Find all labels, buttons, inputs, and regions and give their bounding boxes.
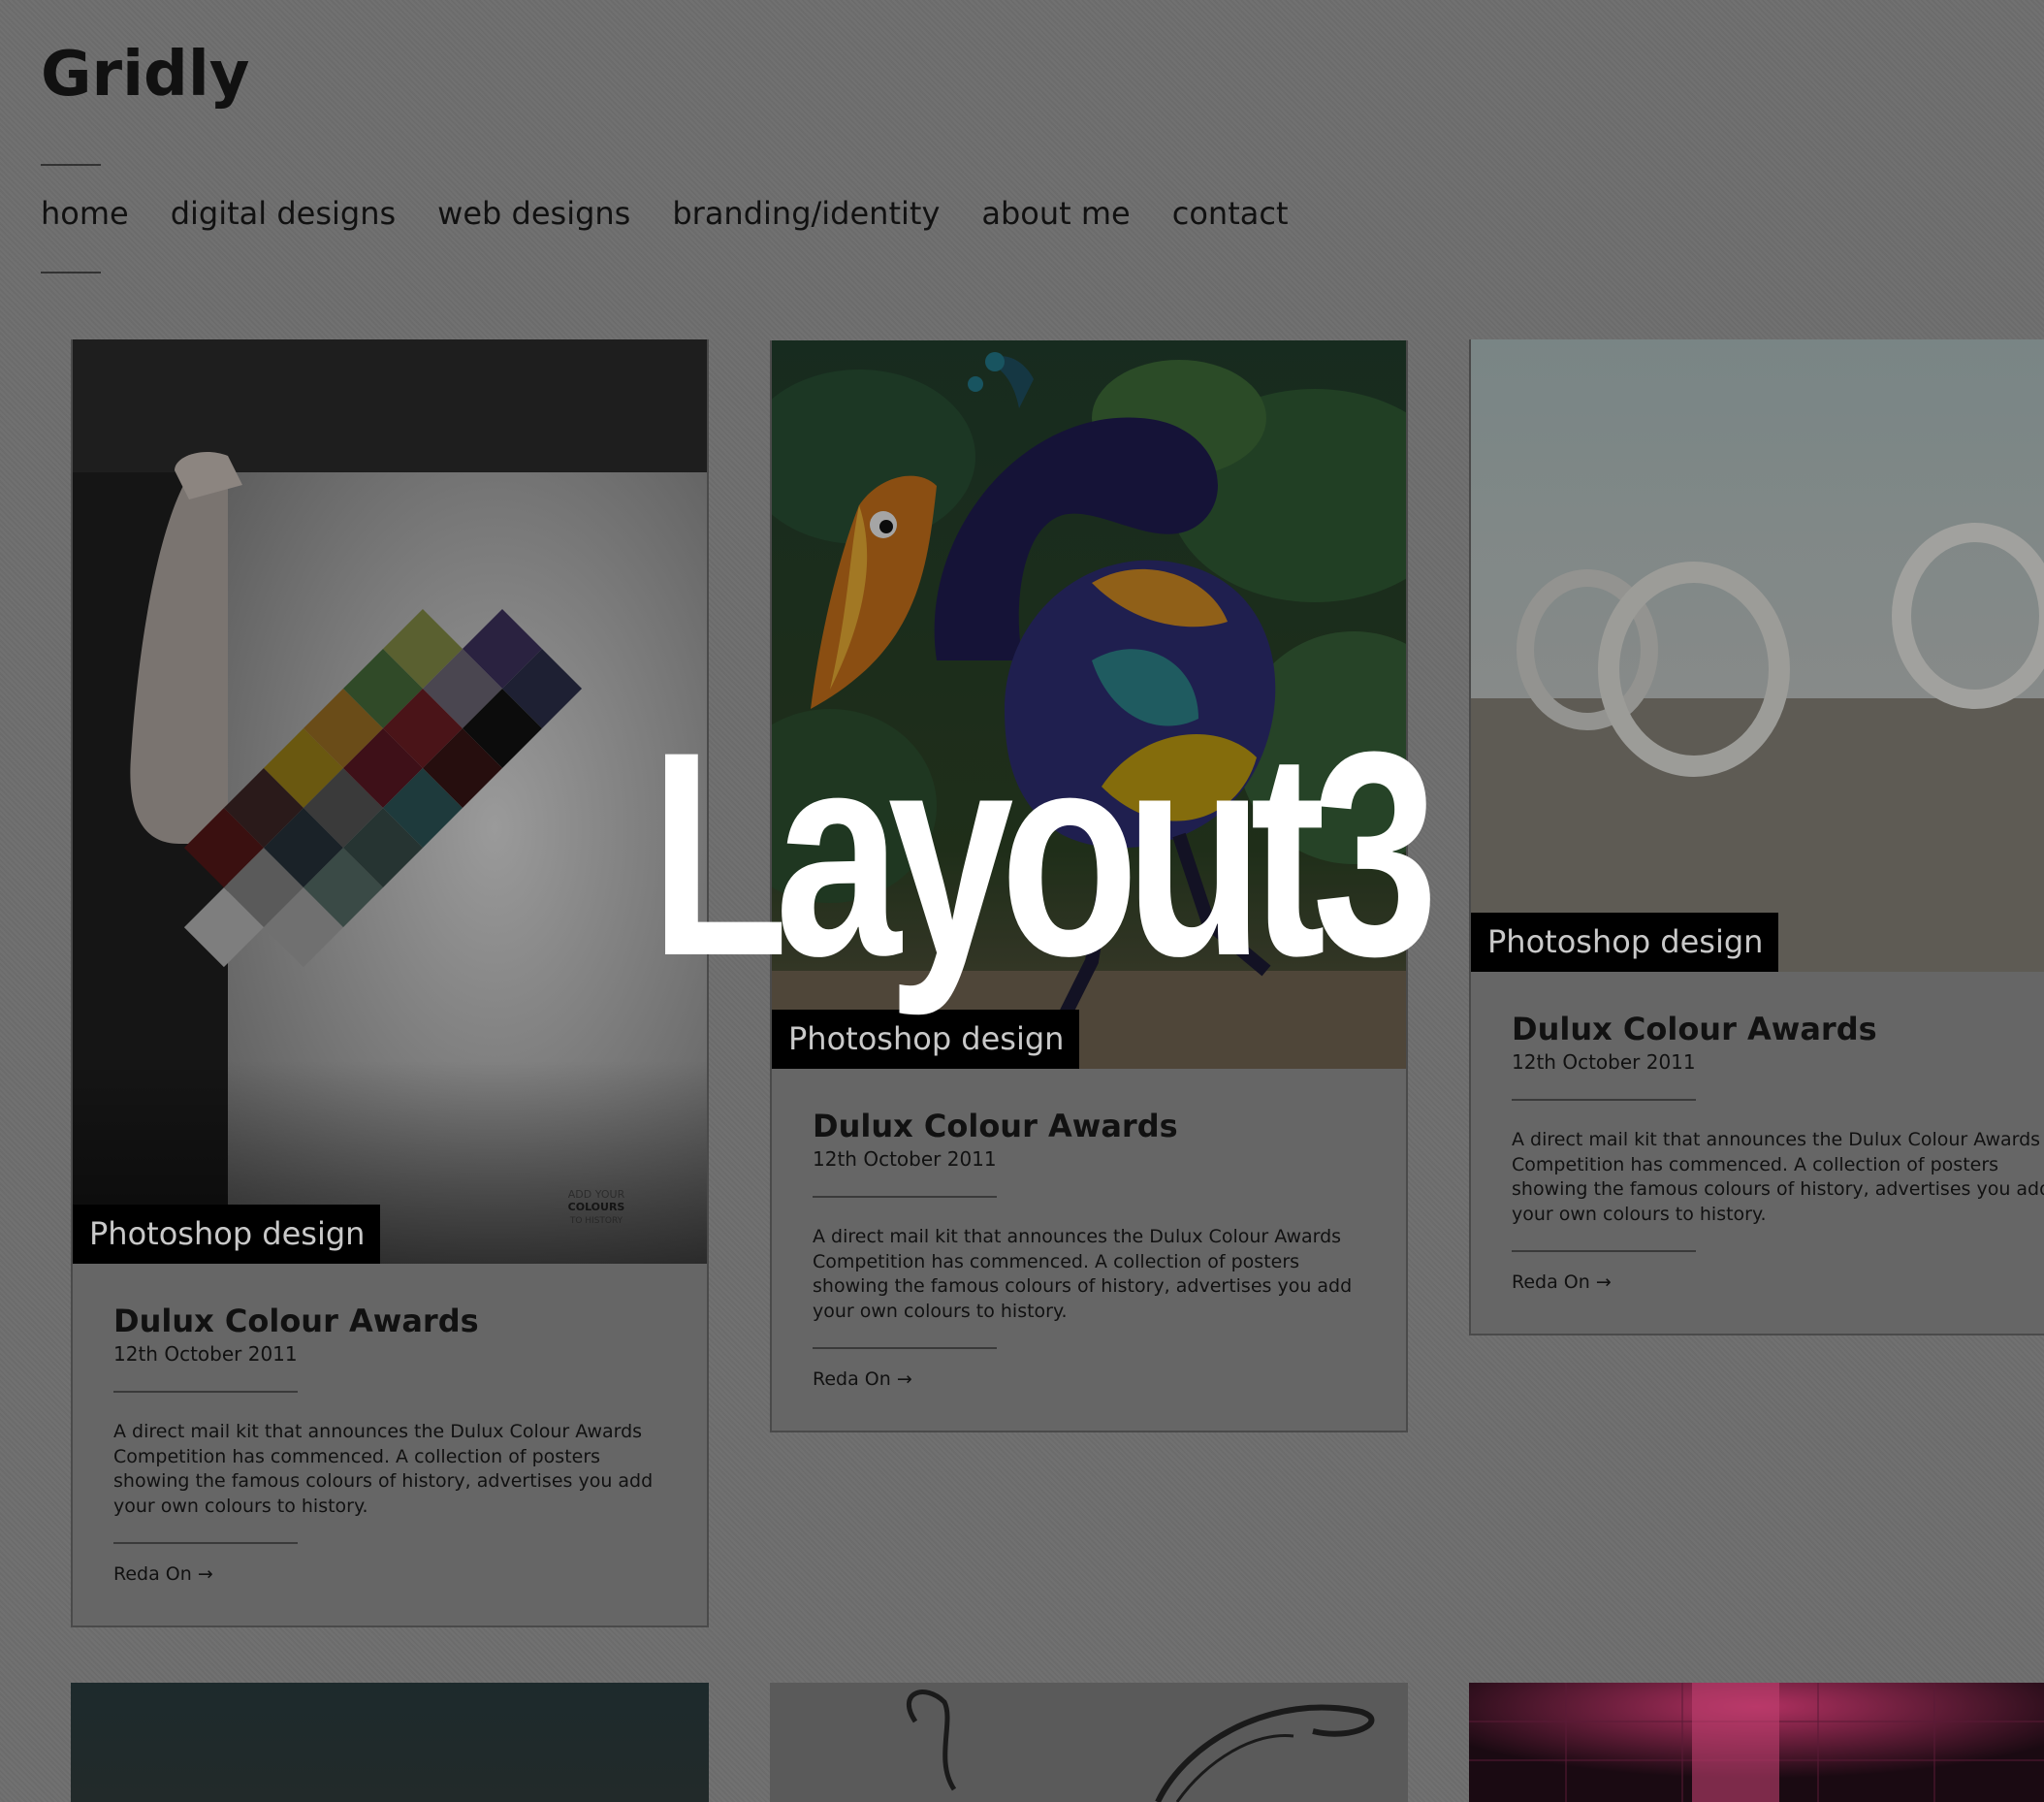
divider — [813, 1347, 997, 1349]
post-title[interactable]: Dulux Colour Awards — [813, 1108, 1365, 1144]
post-card: Photoshop design Dulux Colour Awards 12t… — [770, 340, 1408, 1432]
post-date: 12th October 2011 — [813, 1147, 997, 1171]
calligraphy-image — [907, 1689, 1375, 1802]
post-excerpt: A direct mail kit that announces the Dul… — [813, 1226, 1353, 1322]
post-thumbnail[interactable]: Photoshop design — [772, 340, 1406, 1069]
rings-image — [1471, 339, 2044, 972]
poster-image: ADD YOUR COLOURS TO HISTORY — [73, 339, 707, 1264]
site-logo[interactable]: Gridly — [41, 39, 250, 111]
post-excerpt: A direct mail kit that announces the Dul… — [113, 1421, 654, 1517]
bird-image — [772, 340, 1406, 1069]
post-body: Dulux Colour Awards 12th October 2011 A … — [73, 1264, 707, 1625]
divider — [1512, 1250, 1696, 1252]
post-thumbnail[interactable] — [1469, 1683, 2044, 1802]
post-card: ADD YOUR COLOURS TO HISTORY Photoshop de… — [71, 339, 709, 1627]
post-date: 12th October 2011 — [1512, 1050, 1696, 1074]
divider — [113, 1542, 298, 1544]
divider — [1512, 1099, 1696, 1101]
header-rule-top — [41, 164, 101, 166]
post-excerpt: A direct mail kit that announces the Dul… — [1512, 1129, 2044, 1225]
post-title[interactable]: Dulux Colour Awards — [1512, 1011, 2044, 1047]
post-thumbnail[interactable] — [71, 1683, 709, 1802]
nav-contact[interactable]: contact — [1172, 195, 1289, 232]
read-more-link[interactable]: Reda On → — [813, 1368, 912, 1390]
post-thumbnail[interactable]: Photoshop design — [1471, 339, 2044, 972]
header-rule-bottom — [41, 272, 101, 274]
read-more-link[interactable]: Reda On → — [1512, 1271, 1612, 1293]
post-body: Dulux Colour Awards 12th October 2011 A … — [1471, 972, 2044, 1334]
post-thumbnail[interactable] — [770, 1683, 1408, 1802]
nav-about-me[interactable]: about me — [981, 195, 1130, 232]
post-date: 12th October 2011 — [113, 1342, 298, 1366]
nav-home[interactable]: home — [41, 195, 129, 232]
post-title[interactable]: Dulux Colour Awards — [113, 1303, 666, 1339]
divider — [113, 1391, 298, 1393]
neon-image — [1469, 1683, 2044, 1802]
post-card: Photoshop design Dulux Colour Awards 12t… — [1469, 339, 2044, 1335]
main-nav: home digital designs web designs brandin… — [41, 195, 1288, 232]
read-more-link[interactable]: Reda On → — [113, 1563, 213, 1585]
category-tag[interactable]: Photoshop design — [1471, 913, 1779, 972]
category-tag[interactable]: Photoshop design — [772, 1010, 1080, 1069]
post-thumbnail[interactable]: ADD YOUR COLOURS TO HISTORY Photoshop de… — [73, 339, 707, 1264]
nav-web-designs[interactable]: web designs — [437, 195, 630, 232]
post-body: Dulux Colour Awards 12th October 2011 A … — [772, 1069, 1406, 1431]
divider — [813, 1196, 997, 1198]
category-tag[interactable]: Photoshop design — [73, 1205, 381, 1264]
nav-branding-identity[interactable]: branding/identity — [672, 195, 940, 232]
nav-digital-designs[interactable]: digital designs — [171, 195, 396, 232]
